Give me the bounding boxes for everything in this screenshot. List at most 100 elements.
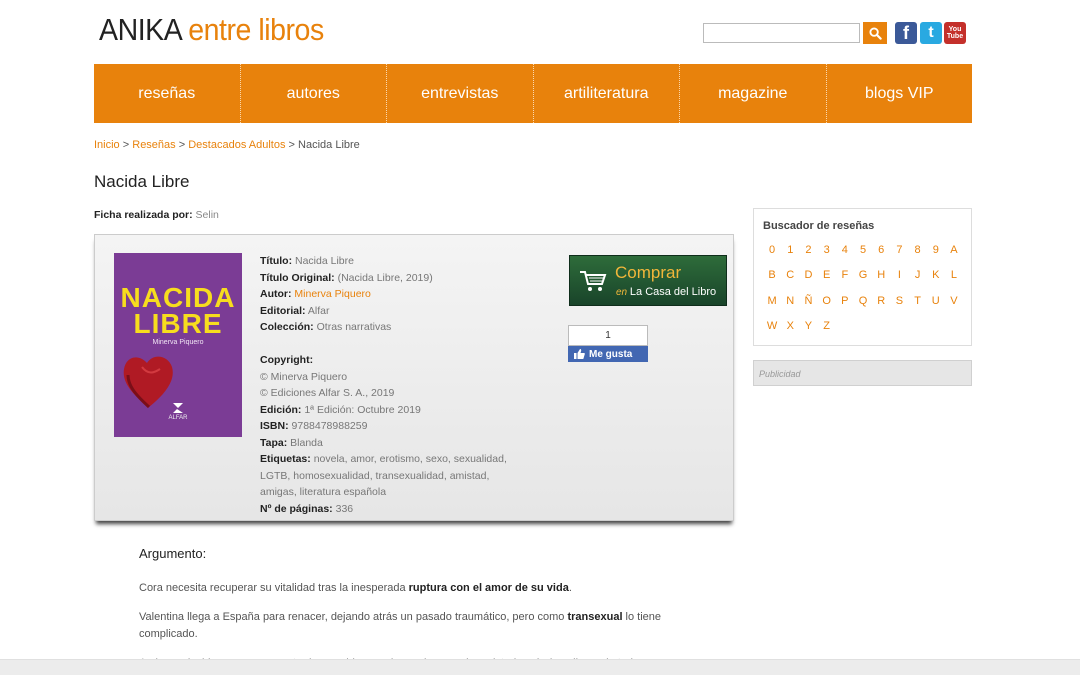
info-titulo-original: Título Original: (Nacida Libre, 2019) <box>260 270 530 287</box>
alpha-letter-link[interactable]: 0 <box>763 237 781 263</box>
ficha-value: Selin <box>195 209 219 221</box>
alpha-letter-link[interactable]: 2 <box>799 237 817 263</box>
alpha-letter-link[interactable]: G <box>854 263 872 289</box>
alpha-letter-link[interactable]: L <box>945 263 963 289</box>
nav-item-autores[interactable]: autores <box>241 64 387 123</box>
ficha-author: Ficha realizada por: Selin <box>94 209 219 221</box>
info-label: ISBN: <box>260 420 289 432</box>
buy-en: en <box>616 287 628 298</box>
text-run-bold: transexual <box>567 611 623 623</box>
alpha-letter-link[interactable]: U <box>927 288 945 314</box>
alpha-letter-link[interactable]: N <box>781 288 799 314</box>
info-etiquetas: Etiquetas: novela, amor, erotismo, sexo,… <box>260 451 530 468</box>
info-label: Copyright: <box>260 354 314 366</box>
text-run-bold: ruptura con el amor de su vida <box>408 582 569 594</box>
alpha-letter-link[interactable]: 6 <box>872 237 890 263</box>
breadcrumb-home[interactable]: Inicio <box>94 139 120 151</box>
like-count: 1 <box>568 325 648 346</box>
info-coleccion: Colección: Otras narrativas <box>260 319 530 336</box>
alpha-letter-link[interactable]: 1 <box>781 237 799 263</box>
alpha-letter-link[interactable]: 3 <box>818 237 836 263</box>
alpha-letter-link[interactable]: T <box>909 288 927 314</box>
nav-item-artiliteratura[interactable]: artiliteratura <box>534 64 680 123</box>
site-logo[interactable]: ANIKA entre libros <box>99 12 324 48</box>
alpha-letter-link[interactable]: Q <box>854 288 872 314</box>
alpha-letter-link[interactable]: E <box>818 263 836 289</box>
info-value: 1ª Edición: Octubre 2019 <box>304 403 421 416</box>
search-input[interactable] <box>703 23 860 43</box>
info-label: Título Original: <box>260 271 335 284</box>
alpha-letter-link[interactable]: H <box>872 263 890 289</box>
like-button[interactable]: Me gusta <box>568 346 648 362</box>
review-search-box: Buscador de reseñas 0123456789A BCDEFGHIJ… <box>753 208 972 346</box>
alpha-letter-link[interactable]: R <box>872 288 890 314</box>
alpha-letter-link[interactable]: P <box>836 288 854 314</box>
info-value: Otras narrativas <box>316 321 392 333</box>
alpha-letter-link[interactable]: I <box>890 263 908 289</box>
nav-item-blogs-vip[interactable]: blogs VIP <box>827 64 973 123</box>
buy-label: Comprar <box>615 263 682 282</box>
alpha-letter-link[interactable]: C <box>781 263 799 289</box>
info-value: 9788478988259 <box>291 420 368 432</box>
alpha-letter-link[interactable]: A <box>945 237 963 263</box>
alpha-letter-link[interactable]: Z <box>818 314 836 340</box>
alpha-letter-link[interactable]: Y <box>799 314 817 340</box>
alpha-letter-link[interactable]: J <box>909 263 927 289</box>
info-value: novela, amor, erotismo, sexo, sexualidad… <box>313 453 507 465</box>
info-label: Nº de páginas: <box>260 502 333 515</box>
alpha-letter-link[interactable]: 4 <box>836 237 854 263</box>
breadcrumb-sep: > <box>178 139 186 151</box>
info-editorial: Editorial: Alfar <box>260 303 530 320</box>
nav-item-entrevistas[interactable]: entrevistas <box>387 64 534 123</box>
facebook-icon[interactable]: f <box>895 22 917 44</box>
info-label: Título: <box>260 255 293 267</box>
text-run: . <box>568 582 572 594</box>
author-link[interactable]: Minerva Piquero <box>294 288 370 300</box>
info-label: Tapa: <box>260 436 288 449</box>
breadcrumb-sep: > <box>122 139 130 151</box>
twitter-icon[interactable]: t <box>920 22 942 44</box>
nav-item-magazine[interactable]: magazine <box>680 64 827 123</box>
nav-item-resenas[interactable]: reseñas <box>94 64 241 123</box>
breadcrumb-current: Nacida Libre <box>298 139 360 151</box>
buy-store-line: en La Casa del Libro <box>616 286 716 298</box>
alpha-letter-link[interactable]: W <box>763 314 781 340</box>
bottom-bar <box>0 659 1080 675</box>
info-value: (Nacida Libre, 2019) <box>337 271 433 284</box>
info-etiquetas-3: amigas, literatura española <box>260 486 387 498</box>
alpha-letter-link[interactable]: M <box>763 288 781 314</box>
alpha-letter-link[interactable]: V <box>945 288 963 314</box>
alpha-letter-link[interactable]: X <box>781 314 799 340</box>
alpha-letter-link[interactable]: 9 <box>927 237 945 263</box>
alpha-letter-link[interactable]: F <box>836 263 854 289</box>
facebook-glyph: f <box>903 22 909 43</box>
info-value: Blanda <box>290 436 323 449</box>
publisher-logo-icon <box>173 403 183 413</box>
info-etiquetas-2: LGTB, homosexualidad, transexualidad, am… <box>260 469 490 482</box>
search-button[interactable] <box>863 22 887 44</box>
youtube-icon[interactable]: You Tube <box>944 22 966 44</box>
breadcrumb-resenas[interactable]: Reseñas <box>132 139 175 151</box>
info-value: Nacida Libre <box>295 255 354 267</box>
alpha-letter-link[interactable]: S <box>890 288 908 314</box>
youtube-glyph-top: You <box>948 26 962 33</box>
alpha-letter-link[interactable]: B <box>763 263 781 289</box>
text-run: Valentina llega a España para renacer, d… <box>139 611 568 623</box>
alpha-letter-link[interactable]: O <box>818 288 836 314</box>
buy-button[interactable]: Comprar en La Casa del Libro <box>569 255 727 306</box>
logo-anika: ANIKA <box>99 12 181 47</box>
alpha-letter-link[interactable]: 8 <box>909 237 927 263</box>
youtube-glyph-bottom: Tube <box>946 33 964 40</box>
argumento-title: Argumento: <box>139 546 207 561</box>
heart-icon <box>123 356 173 409</box>
alpha-letter-link[interactable]: 7 <box>890 237 908 263</box>
alpha-letter-link[interactable]: 5 <box>854 237 872 263</box>
alpha-letter-link[interactable]: K <box>927 263 945 289</box>
info-label: Autor: <box>260 288 292 300</box>
info-edicion: Edición: 1ª Edición: Octubre 2019 <box>260 402 530 419</box>
alpha-letter-link[interactable]: D <box>799 263 817 289</box>
alpha-letter-link[interactable]: Ñ <box>799 288 817 314</box>
book-card: NACIDA LIBRE Minerva Piquero ALFAR Títul… <box>94 234 734 521</box>
breadcrumb-destacados[interactable]: Destacados Adultos <box>188 139 285 151</box>
